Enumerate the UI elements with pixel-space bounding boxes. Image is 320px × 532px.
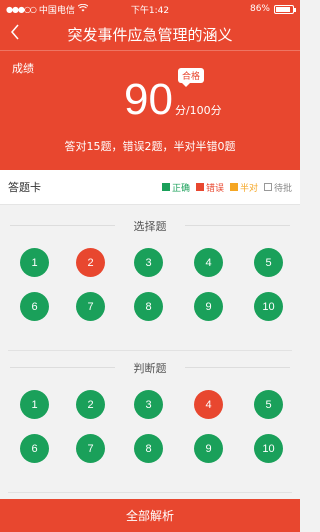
legend-label: 待批 (273, 183, 292, 194)
question-button[interactable]: 8 (134, 292, 163, 321)
question-button[interactable]: 1 (20, 248, 49, 277)
question-button[interactable]: 7 (76, 434, 105, 463)
legend: 正确 错误 半对 待批 (161, 181, 292, 194)
result-summary: 答对15题，错误2题，半对半错0题 (64, 140, 236, 153)
section-title-text: 判断题 (133, 362, 167, 375)
result-header: ●●●○○ 中国电信 下午1:42 86% 突发事件应急管理的涵义 成绩 合格 … (0, 0, 300, 170)
section-line (10, 367, 115, 368)
legend-label: 半对 (239, 183, 258, 194)
section-line (10, 225, 115, 226)
legend-swatch (161, 183, 170, 191)
question-button[interactable]: 6 (20, 434, 49, 463)
legend-correct: 正确 (161, 181, 190, 194)
question-button[interactable]: 2 (76, 248, 105, 277)
question-button[interactable]: 4 (194, 390, 223, 419)
question-button[interactable]: 9 (194, 292, 223, 321)
section-line (185, 367, 290, 368)
section-title: 选择题 (0, 218, 300, 234)
question-button[interactable]: 7 (76, 292, 105, 321)
legend-swatch (263, 183, 272, 191)
answer-card-title: 答题卡 (8, 181, 41, 194)
divider (0, 50, 300, 51)
clock: 下午1:42 (130, 5, 170, 16)
question-button[interactable]: 3 (134, 390, 163, 419)
score-value: 90 (124, 75, 173, 124)
all-analysis-button[interactable]: 全部解析 (0, 499, 300, 532)
legend-label: 正确 (171, 183, 190, 194)
question-button[interactable]: 6 (20, 292, 49, 321)
question-button[interactable]: 3 (134, 248, 163, 277)
legend-label: 错误 (205, 183, 224, 194)
question-button[interactable]: 1 (20, 390, 49, 419)
battery-icon (274, 4, 296, 14)
question-button[interactable]: 8 (134, 434, 163, 463)
score-display: 90 分/100分 (124, 78, 222, 122)
nav-bar: 突发事件应急管理的涵义 (0, 18, 300, 50)
status-bar: ●●●○○ 中国电信 下午1:42 86% (0, 0, 300, 18)
legend-swatch (229, 183, 238, 191)
section-title-text: 选择题 (133, 220, 167, 233)
legend-half: 半对 (229, 181, 258, 194)
question-button[interactable]: 10 (254, 292, 283, 321)
section-title: 判断题 (0, 360, 300, 376)
section-divider (8, 492, 292, 493)
score-total: 分/100分 (174, 104, 222, 117)
question-button[interactable]: 2 (76, 390, 105, 419)
answer-card-header: 答题卡 正确 错误 半对 待批 (0, 170, 300, 205)
legend-swatch (195, 183, 204, 191)
question-button[interactable]: 10 (254, 434, 283, 463)
legend-wrong: 错误 (195, 181, 224, 194)
question-button[interactable]: 4 (194, 248, 223, 277)
question-button[interactable]: 5 (254, 248, 283, 277)
legend-pending: 待批 (263, 181, 292, 194)
page-title: 突发事件应急管理的涵义 (67, 26, 233, 44)
question-button[interactable]: 5 (254, 390, 283, 419)
score-label: 成绩 (12, 62, 34, 75)
question-button[interactable]: 9 (194, 434, 223, 463)
section-divider (8, 350, 292, 351)
section-line (185, 225, 290, 226)
